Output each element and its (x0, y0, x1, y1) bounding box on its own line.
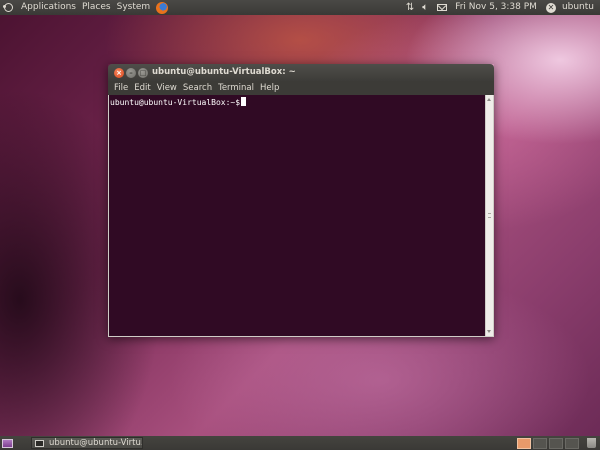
prompt-text: ubuntu@ubuntu-VirtualBox:~$ (110, 98, 241, 107)
menu-search[interactable]: Search (180, 81, 215, 96)
session-power-icon[interactable]: ✕ (545, 2, 556, 13)
maximize-icon[interactable]: □ (138, 67, 148, 78)
firefox-icon[interactable] (156, 1, 169, 14)
menu-places[interactable]: Places (79, 0, 114, 15)
bottom-panel: ubuntu@ubuntu-Virtu... (0, 436, 600, 450)
top-panel: Applications Places System ⇅ 🔈︎ Fri Nov … (0, 0, 600, 15)
volume-icon[interactable]: 🔈︎ (418, 0, 432, 15)
window-title: ubuntu@ubuntu-VirtualBox: ~ (152, 67, 296, 77)
minimize-icon[interactable]: – (126, 67, 136, 78)
workspace-3[interactable] (549, 437, 563, 449)
show-desktop-icon[interactable] (2, 438, 13, 448)
menu-system[interactable]: System (114, 0, 154, 15)
terminal-icon (35, 439, 44, 447)
menu-help[interactable]: Help (257, 81, 282, 96)
ubuntu-logo-icon[interactable] (3, 3, 13, 12)
desktop: Applications Places System ⇅ 🔈︎ Fri Nov … (0, 0, 600, 450)
terminal-window: × – □ ubuntu@ubuntu-VirtualBox: ~ File E… (108, 64, 494, 337)
window-titlebar[interactable]: × – □ ubuntu@ubuntu-VirtualBox: ~ (108, 64, 494, 81)
workspace-1[interactable] (517, 437, 531, 449)
user-menu[interactable]: ubuntu (559, 0, 600, 15)
terminal-menubar: File Edit View Search Terminal Help (108, 81, 494, 95)
trash-icon[interactable] (587, 438, 596, 448)
terminal-prompt: ubuntu@ubuntu-VirtualBox:~$ (110, 97, 247, 108)
scroll-down-icon[interactable] (487, 330, 491, 333)
workspace-4[interactable] (565, 437, 579, 449)
scrollbar[interactable] (485, 95, 493, 336)
taskbar-terminal-label: ubuntu@ubuntu-Virtu... (49, 438, 143, 448)
mail-icon[interactable] (437, 4, 448, 11)
workspace-2[interactable] (533, 437, 547, 449)
menu-file[interactable]: File (111, 81, 131, 96)
menu-edit[interactable]: Edit (131, 81, 153, 96)
close-icon[interactable]: × (114, 67, 124, 78)
menu-view[interactable]: View (154, 81, 180, 96)
scroll-up-icon[interactable] (487, 98, 491, 101)
menu-terminal[interactable]: Terminal (215, 81, 257, 96)
menu-applications[interactable]: Applications (18, 0, 79, 15)
scrollbar-grip[interactable] (488, 213, 491, 218)
taskbar-terminal-button[interactable]: ubuntu@ubuntu-Virtu... (31, 437, 143, 449)
text-cursor (241, 97, 247, 106)
network-arrows-icon[interactable]: ⇅ (402, 0, 418, 15)
clock[interactable]: Fri Nov 5, 3:38 PM (452, 0, 540, 15)
terminal-area[interactable]: ubuntu@ubuntu-VirtualBox:~$ (108, 95, 494, 337)
